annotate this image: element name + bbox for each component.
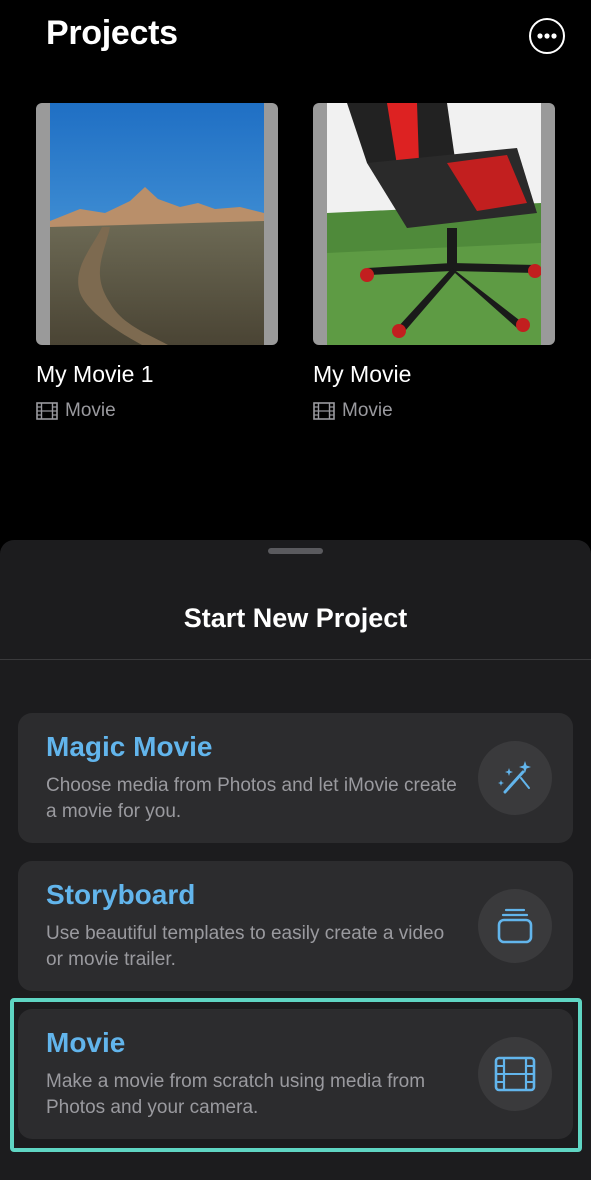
more-options-button[interactable] — [529, 18, 565, 54]
selection-highlight — [10, 998, 582, 1152]
page-title: Projects — [46, 14, 178, 52]
option-title: Storyboard — [46, 879, 196, 910]
magic-movie-option[interactable]: Magic Movie Choose media from Photos and… — [18, 713, 573, 843]
option-description: Use beautiful templates to easily create… — [46, 923, 445, 970]
option-description: Choose media from Photos and let iMovie … — [46, 775, 457, 822]
project-type-label: Movie — [65, 400, 116, 421]
chair-thumbnail-image — [327, 103, 541, 345]
film-icon — [313, 402, 335, 420]
project-type: Movie — [36, 400, 278, 422]
project-card[interactable]: My Movie 1 Movie — [36, 103, 278, 422]
option-title: Magic Movie — [46, 731, 213, 762]
film-icon — [36, 402, 58, 420]
project-thumbnail[interactable] — [36, 103, 278, 345]
project-card[interactable]: My Movie Movie — [313, 103, 555, 422]
project-type-label: Movie — [342, 400, 393, 421]
project-name: My Movie 1 — [36, 361, 154, 387]
project-thumbnail[interactable] — [313, 103, 555, 345]
ellipsis-icon — [537, 33, 557, 39]
divider — [0, 659, 591, 660]
projects-screen: Projects My Movie 1 Movie My Movie Movie… — [0, 0, 591, 1180]
project-name: My Movie — [313, 361, 412, 387]
landscape-thumbnail-image — [50, 103, 264, 345]
stack-icon — [478, 889, 552, 963]
storyboard-option[interactable]: Storyboard Use beautiful templates to ea… — [18, 861, 573, 991]
project-type: Movie — [313, 400, 555, 422]
magic-wand-icon — [478, 741, 552, 815]
sheet-title: Start New Project — [183, 603, 408, 633]
sheet-grabber[interactable] — [268, 548, 323, 554]
